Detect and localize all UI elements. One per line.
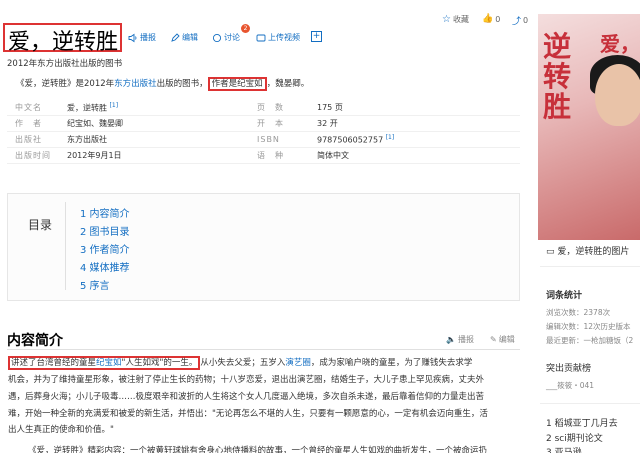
rank-item[interactable]: 3 亚马逊 — [546, 445, 582, 453]
summary-suffix: ，魏晏卿。 — [266, 79, 310, 89]
like-button[interactable]: 👍 0 — [482, 14, 500, 24]
info-value: 爱，逆转胜 [1] — [67, 101, 119, 113]
section-divider — [7, 349, 520, 350]
like-count: 0 — [495, 14, 501, 24]
pencil-icon: ✎ — [490, 335, 497, 344]
sidebar-divider — [540, 266, 640, 267]
cover-caption[interactable]: ▭ 爱，逆转胜的图片 — [546, 244, 640, 257]
speaker-icon — [128, 33, 137, 42]
info-value: 32 开 — [317, 119, 338, 128]
discuss-count-badge: 2 — [241, 24, 250, 33]
info-key: 作 者 — [15, 119, 42, 128]
discuss-label: 讨论 — [224, 33, 240, 42]
info-row: 作 者 纪宝如、魏晏卿 开 本 32 开 — [7, 116, 520, 132]
info-value: 175 页 — [317, 103, 343, 112]
play-button[interactable]: 播报 — [128, 32, 156, 43]
section-play-button[interactable]: 🔈 播报 — [446, 334, 474, 345]
intro-paragraph-line: 遇，后葬身火海；小儿子吸毒……极度艰辛和波折的人生将这个女人几度逼入绝境，多次自… — [8, 392, 485, 402]
toc-label: 目录 — [28, 218, 53, 232]
toc-item-intro[interactable]: 1 内容简介 — [80, 205, 130, 220]
info-key: 出版社 — [15, 135, 42, 144]
stats-heading: 词条统计 — [546, 291, 583, 301]
toc-item-preface[interactable]: 5 序言 — [80, 277, 110, 292]
edit-label: 编辑 — [182, 33, 198, 42]
intro-paragraph-line: 机会，并为了维持童星形象，被注射了停止生长的药物；十八岁恋爱，退出出演艺圈，结婚… — [8, 375, 485, 385]
share-icon: ⤴ — [512, 17, 522, 27]
last-update: 最近更新：一枪加糖饭（2 — [546, 336, 634, 345]
section-edit-button[interactable]: ✎ 编辑 — [490, 334, 515, 345]
rank-item[interactable]: 2 sci期刊论文 — [546, 431, 603, 444]
toc-item-media[interactable]: 4 媒体推荐 — [80, 259, 130, 274]
intro-paragraph-line: 难，开始一种全新的充满爱和被爱的新生活，并悟出："无论再怎么不堪的人生，只要有一… — [8, 409, 488, 419]
cover-title-b: 逆 转 胜 — [543, 30, 572, 123]
info-key: 中文名 — [15, 103, 42, 112]
thumb-up-icon: 👍 — [482, 14, 494, 24]
info-value: 纪宝如、魏晏卿 — [67, 119, 123, 128]
toc-item-contents[interactable]: 2 图书目录 — [80, 223, 130, 238]
upload-video-button[interactable]: 上传视频 — [256, 32, 300, 43]
cover-title-a: 爱， — [600, 32, 640, 56]
toc-divider — [65, 202, 66, 290]
summary-mid: 出版的图书， — [156, 79, 208, 89]
edit-count[interactable]: 编辑次数：12次历史版本 — [546, 321, 631, 332]
intro-paragraph-line: 讲述了台湾曾经的童星纪宝如"人生如戏"的一生。 从小失去父爱；五岁入演艺圈，成为家… — [8, 356, 520, 370]
share-button[interactable]: ⤴ 0 — [512, 14, 528, 27]
info-key: 页 数 — [257, 103, 284, 112]
rank-item[interactable]: 1 稻城亚丁几月去 — [546, 416, 618, 429]
info-row: 出版社 东方出版社 ISBN 9787506052757 [1] — [7, 132, 520, 148]
speaker-icon: 🔈 — [446, 335, 456, 344]
info-key: 出版时间 — [15, 151, 51, 160]
info-key: 开 本 — [257, 119, 284, 128]
info-value: 简体中文 — [317, 151, 349, 160]
basic-info-table: 中文名 爱，逆转胜 [1] 页 数 175 页 作 者 纪宝如、魏晏卿 开 本 … — [7, 100, 520, 164]
comment-icon — [212, 33, 222, 42]
collect-label: 收藏 — [452, 15, 469, 24]
author-highlight: 作者是纪宝如 — [207, 77, 267, 91]
discuss-button[interactable]: 讨论 — [212, 32, 240, 43]
intro-paragraph-line: 《爱，逆转胜》精彩内容：一个被黄轩球姚有舍身心地侍播料的故事，一个曾经的童星人生… — [28, 446, 488, 453]
sidebar-divider — [540, 403, 640, 404]
info-value: 东方出版社 — [67, 135, 107, 144]
pencil-icon — [171, 32, 180, 42]
subtitle: 2012年东方出版社出版的图书 — [7, 59, 123, 69]
summary: 《爱，逆转胜》是2012年东方出版社出版的图书， 作者是纪宝如 ，魏晏卿。 — [16, 77, 310, 91]
browse-count: 浏览次数：2378次 — [546, 308, 611, 317]
contributor[interactable]: ___筱筱・041 — [546, 380, 594, 391]
edit-button[interactable]: 编辑 — [170, 32, 198, 43]
star-icon: ☆ — [442, 14, 451, 25]
info-value: 2012年9月1日 — [67, 151, 122, 160]
video-icon — [256, 34, 266, 41]
toc-item-author[interactable]: 3 作者简介 — [80, 241, 130, 256]
info-key: ISBN — [257, 135, 280, 144]
intro-highlight: 讲述了台湾曾经的童星纪宝如"人生如戏"的一生。 — [8, 356, 201, 370]
cover-portrait-face — [595, 64, 640, 126]
image-icon: ▭ — [546, 247, 558, 257]
intro-paragraph-line: 出人生真正的使命和价值。" — [8, 425, 114, 435]
info-key: 语 种 — [257, 151, 284, 160]
summary-prefix: 《爱，逆转胜》是2012年 — [16, 79, 115, 89]
play-label: 播报 — [140, 33, 156, 42]
entertainment-link[interactable]: 演艺圈 — [285, 358, 311, 368]
page-title: 爱，逆转胜 — [8, 30, 119, 55]
publisher-link[interactable]: 东方出版社 — [114, 79, 157, 89]
info-value: 9787506052757 [1] — [317, 134, 395, 145]
section-title: 内容简介 — [7, 333, 63, 349]
share-count: 0 — [523, 16, 529, 25]
collect-button[interactable]: ☆ 收藏 — [442, 14, 469, 25]
add-button[interactable]: + — [311, 31, 322, 42]
info-row: 中文名 爱，逆转胜 [1] 页 数 175 页 — [7, 100, 520, 116]
info-row: 出版时间 2012年9月1日 语 种 简体中文 — [7, 148, 520, 164]
upload-label: 上传视频 — [268, 33, 300, 42]
contrib-heading: 突出贡献榜 — [546, 364, 592, 374]
